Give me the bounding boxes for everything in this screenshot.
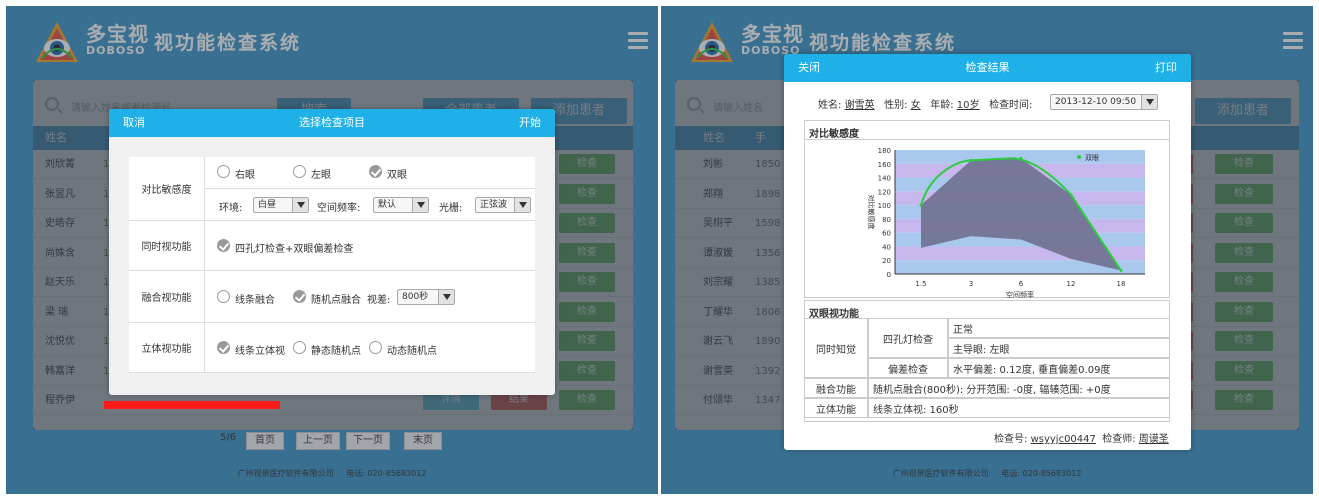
data-point — [919, 203, 923, 207]
right-screen: 多宝视 DOBOSO 视功能检查系统 请输入姓名 添加患者 姓名 手 刘彬 185… — [661, 6, 1313, 494]
data-point — [1119, 269, 1123, 273]
left-eye-radio[interactable] — [293, 165, 306, 178]
y-tick-label: 160 — [878, 161, 891, 169]
dominant-eye-result: 主导眼: 左眼 — [948, 338, 1170, 358]
y-tick-label: 120 — [878, 188, 891, 196]
y-tick-label: 0 — [887, 271, 891, 279]
y-tick-label: 40 — [882, 243, 891, 251]
frequency-select[interactable]: 默认 — [373, 197, 429, 213]
line-fusion-radio[interactable] — [217, 290, 230, 303]
chevron-down-icon — [1141, 95, 1157, 109]
y-tick-label: 80 — [882, 216, 891, 224]
data-point — [969, 158, 973, 162]
four-dot-cell: 四孔灯检查 — [868, 318, 948, 358]
deviation-cell: 偏差检查 — [868, 358, 948, 378]
simultaneous-cell: 同时知觉 — [804, 318, 868, 378]
start-button[interactable]: 开始 — [519, 109, 541, 137]
y-tick-label: 20 — [882, 257, 891, 265]
legend-label: 双眼 — [1085, 154, 1099, 162]
contrast-label: 对比敏感度 — [129, 157, 205, 220]
y-axis-label: 对比敏感度 — [867, 195, 876, 230]
x-tick-label: 3 — [969, 280, 973, 288]
x-axis-label: 空间频率 — [1006, 290, 1034, 298]
dynamic-random-radio[interactable] — [369, 341, 382, 354]
x-tick-label: 1.5 — [915, 280, 926, 288]
stereo-row: 立体视功能 线条立体视 静态随机点 动态随机点 — [129, 323, 535, 373]
y-tick-label: 180 — [878, 147, 891, 155]
both-eyes-radio[interactable] — [369, 165, 382, 178]
x-tick-label: 12 — [1067, 280, 1076, 288]
fusion-row: 融合视功能 线条融合 随机点融合 视差: 800秒 — [129, 271, 535, 323]
exam-footer: 检查号: wsyyjc00447 检查师: 周谟圣 — [994, 434, 1169, 445]
y-tick-label: 60 — [882, 230, 891, 238]
dialog-title: 检查结果 — [965, 61, 1010, 74]
y-tick-label: 100 — [878, 202, 891, 210]
exam-time-select[interactable]: 2013-12-10 09:50 — [1050, 94, 1158, 110]
dialog-title: 选择检查项目 — [299, 116, 365, 129]
y-tick-label: 140 — [878, 175, 891, 183]
patient-age: 10岁 — [956, 100, 980, 111]
simultaneous-row: 同时视功能 四孔灯检查+双眼偏差检查 — [129, 221, 535, 271]
x-tick-label: 18 — [1117, 280, 1126, 288]
print-button[interactable]: 打印 — [1155, 54, 1177, 82]
line-stereo-radio[interactable] — [217, 341, 230, 354]
contrast-sensitivity-chart: 0 20 40 60 80 100 120 140 160 180 1.5 3 6 12 18 空间频率 对比敏… — [867, 147, 1145, 298]
contrast-section: 对比敏感度 0 20 40 60 80 100 120 140 160 180 1.5 3 6 12 18 空… — [804, 120, 1170, 298]
contrast-row: 对比敏感度 右眼 左眼 双眼 环境: 白昼 空间频率: 默认 光栅: 正弦波 — [129, 157, 535, 221]
dialog-titlebar: 取消 选择检查项目 开始 — [109, 109, 555, 137]
legend-marker — [1077, 155, 1081, 159]
stereo-cell: 立体功能 — [804, 398, 868, 418]
static-random-radio[interactable] — [293, 341, 306, 354]
left-screen: 多宝视 DOBOSO 视功能检查系统 请输入姓名或者检测号 搜索 全部患者 添加… — [6, 6, 658, 494]
patient-sex: 女 — [910, 100, 921, 111]
exam-result-dialog: 关闭 检查结果 打印 姓名: 谢雪英 性别: 女 年龄: 10岁 检查时间: 2… — [784, 54, 1191, 450]
random-dot-fusion-radio[interactable] — [293, 290, 306, 303]
data-point — [1019, 156, 1023, 160]
four-dot-result: 正常 — [948, 318, 1170, 338]
x-tick-label: 6 — [1019, 280, 1024, 288]
grating-select[interactable]: 正弦波 — [475, 197, 531, 213]
chevron-down-icon — [412, 198, 428, 212]
chevron-down-icon — [438, 290, 454, 304]
exam-number: wsyyjc00447 — [1030, 434, 1096, 445]
chevron-down-icon — [514, 198, 530, 212]
deviation-result: 水平偏差: 0.12度, 垂直偏差0.09度 — [948, 358, 1170, 378]
select-exam-dialog: 取消 选择检查项目 开始 对比敏感度 右眼 左眼 双眼 环境: 白昼 空间频率:… — [109, 109, 555, 395]
chevron-down-icon — [292, 198, 308, 212]
fusion-result: 随机点融合(800秒): 分开范围: -0度, 辐辏范围: +0度 — [868, 378, 1170, 398]
patient-info: 姓名: 谢雪英 性别: 女 年龄: 10岁 检查时间: — [818, 100, 1033, 111]
contrast-title: 对比敏感度 — [809, 129, 859, 140]
environment-select[interactable]: 白昼 — [253, 197, 309, 213]
parallax-select[interactable]: 800秒 — [397, 289, 455, 305]
patient-name: 谢雪英 — [844, 100, 875, 111]
right-eye-radio[interactable] — [217, 165, 230, 178]
stereo-result: 线条立体视: 160秒 — [868, 398, 1170, 418]
examiner-name: 周谟圣 — [1138, 434, 1169, 445]
data-point — [1069, 193, 1073, 197]
four-dot-radio[interactable] — [217, 239, 230, 252]
fusion-cell: 融合功能 — [804, 378, 868, 398]
dialog-titlebar: 关闭 检查结果 打印 — [784, 54, 1191, 82]
redaction-bar — [104, 401, 280, 409]
